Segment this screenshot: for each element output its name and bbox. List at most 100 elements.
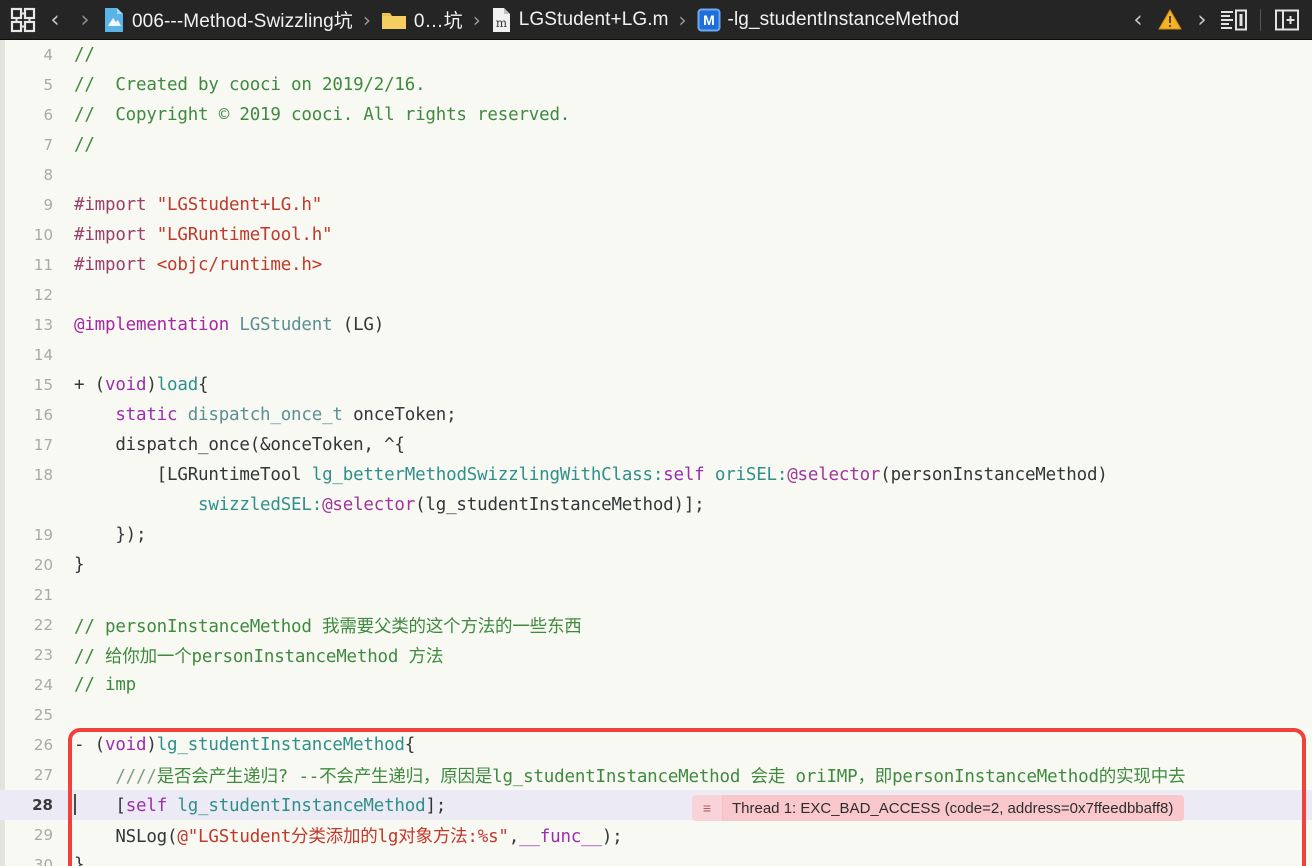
warning-triangle-icon[interactable] [1153,0,1187,40]
code-line[interactable]: 6 // Copyright © 2019 cooci. All rights r… [0,100,1312,130]
back-button[interactable]: ‹ [40,0,70,40]
token: void [105,375,147,395]
line-number[interactable]: 26 [0,736,62,754]
code-line[interactable]: 8 [0,160,1312,190]
token: NSLog( [74,826,178,847]
forward-button[interactable]: › [70,0,100,40]
previous-issue-button[interactable]: ‹ [1123,0,1153,40]
line-number[interactable]: 8 [0,166,62,184]
code-line[interactable]: 15 + (void)load{ [0,370,1312,400]
line-number[interactable]: 9 [0,196,62,214]
token: (LG) [332,315,385,335]
code-text: + (void)load{ [62,375,1312,395]
line-number[interactable]: 15 [0,376,62,394]
token: - ( [74,735,106,755]
breadcrumb-item-file[interactable]: m LGStudent+LG.m [488,0,672,40]
token: lg_betterMethodSwizzlingWithClass: [311,465,664,485]
line-number[interactable]: 25 [0,706,62,724]
line-number[interactable]: 30 [0,856,62,866]
line-number[interactable]: 13 [0,316,62,334]
line-number[interactable]: 16 [0,406,62,424]
line-number[interactable]: 29 [0,826,62,844]
code-text: static dispatch_once_t onceToken; [62,405,1312,425]
code-line[interactable]: 13 @implementation LGStudent (LG) [0,310,1312,340]
line-number[interactable]: 6 [0,106,62,124]
token: void [105,735,147,755]
code-line[interactable]: 17 dispatch_once(&onceToken, ^{ [0,430,1312,460]
token: [ [74,465,168,485]
line-number[interactable]: 12 [0,286,62,304]
line-number[interactable]: 22 [0,616,62,634]
line-number[interactable]: 21 [0,586,62,604]
add-editor-icon[interactable] [1270,0,1304,40]
token: "LGStudent+LG.h" [156,195,323,215]
token: static [115,405,178,425]
source-editor[interactable]: 4 // 5 // Created by cooci on 2019/2/16. 6 //… [0,40,1312,866]
line-number[interactable]: 27 [0,766,62,784]
token: #import [74,225,157,245]
error-menu-icon[interactable]: ≡ [692,795,723,821]
method-marker-icon: M [697,8,721,32]
breadcrumb-item-folder[interactable]: 0…坑 [378,0,466,40]
code-outline-icon[interactable] [1217,0,1251,40]
runtime-error-bubble[interactable]: ≡ Thread 1: EXC_BAD_ACCESS (code=2, addr… [692,795,1185,821]
code-line[interactable]: 12 [0,280,1312,310]
code-line[interactable]: 5 // Created by cooci on 2019/2/16. [0,70,1312,100]
code-line[interactable]: 16 static dispatch_once_t onceToken; [0,400,1312,430]
line-number[interactable]: 14 [0,346,62,364]
line-number[interactable]: 20 [0,556,62,574]
code-text: NSLog(@"LGStudent分类添加的lg对象方法:%s",__func_… [62,823,1312,848]
code-line[interactable]: 23 // 给你加一个personInstanceMethod 方法 [0,640,1312,670]
code-line[interactable]: 21 [0,580,1312,610]
token: }); [74,525,147,545]
breadcrumb-item-project[interactable]: 006---Method-Swizzling坑 [100,0,356,40]
breadcrumb-separator: › [472,7,481,32]
line-number[interactable]: 23 [0,646,62,664]
breadcrumb-label-file: LGStudent+LG.m [518,8,669,30]
token: [ [74,796,126,816]
code-line-wrapped[interactable]: swizzledSEL:@selector(lg_studentInstance… [0,490,1312,520]
code-text: // personInstanceMethod 我需要父类的这个方法的一些东西 [62,613,1312,638]
line-number[interactable]: 18 [0,466,62,484]
code-line[interactable]: 22 // personInstanceMethod 我需要父类的这个方法的一些东… [0,610,1312,640]
token: self [125,796,168,816]
token: { [404,735,416,755]
token: } [74,855,85,866]
related-items-icon[interactable] [6,0,40,40]
code-line[interactable]: 10 #import "LGRuntimeTool.h" [0,220,1312,250]
code-text: #import "LGRuntimeTool.h" [62,225,1312,245]
next-issue-button[interactable]: › [1187,0,1217,40]
code-line[interactable]: 24 // imp [0,670,1312,700]
line-number[interactable]: 19 [0,526,62,544]
line-number[interactable]: 17 [0,436,62,454]
code-line[interactable]: 26- (void)lg_studentInstanceMethod{ [0,730,1312,760]
token: // personInstanceMethod 我需要父类的这个方法的一些东西 [74,616,582,637]
code-line[interactable]: 18 [LGRuntimeTool lg_betterMethodSwizzli… [0,460,1312,490]
code-line[interactable]: 20} [0,550,1312,580]
token: // Created by cooci on 2019/2/16. [74,75,426,95]
code-line[interactable]: 25 [0,700,1312,730]
line-number[interactable]: 10 [0,226,62,244]
line-number[interactable]: 11 [0,256,62,274]
code-line[interactable]: 9 #import "LGStudent+LG.h" [0,190,1312,220]
code-text: // 给你加一个personInstanceMethod 方法 [62,643,1312,668]
code-line[interactable]: 30} [0,850,1312,866]
line-number[interactable]: 4 [0,46,62,64]
code-line[interactable]: 14 [0,340,1312,370]
line-number[interactable]: 28 [0,796,62,814]
breadcrumb-item-method[interactable]: M -lg_studentInstanceMethod [694,0,963,40]
code-line[interactable]: 4 // [0,40,1312,70]
code-line[interactable]: 29 NSLog(@"LGStudent分类添加的lg对象方法:%s",__fu… [0,820,1312,850]
code-line[interactable]: 11 #import <objc/runtime.h> [0,250,1312,280]
code-line[interactable]: 19 }); [0,520,1312,550]
line-number[interactable]: 24 [0,676,62,694]
code-line[interactable]: 7 // [0,130,1312,160]
code-line[interactable]: 27 ////是否会产生递归? --不会产生递归，原因是lg_studentIn… [0,760,1312,790]
line-number[interactable]: 7 [0,136,62,154]
line-number[interactable]: 5 [0,76,62,94]
token: { [198,375,209,395]
